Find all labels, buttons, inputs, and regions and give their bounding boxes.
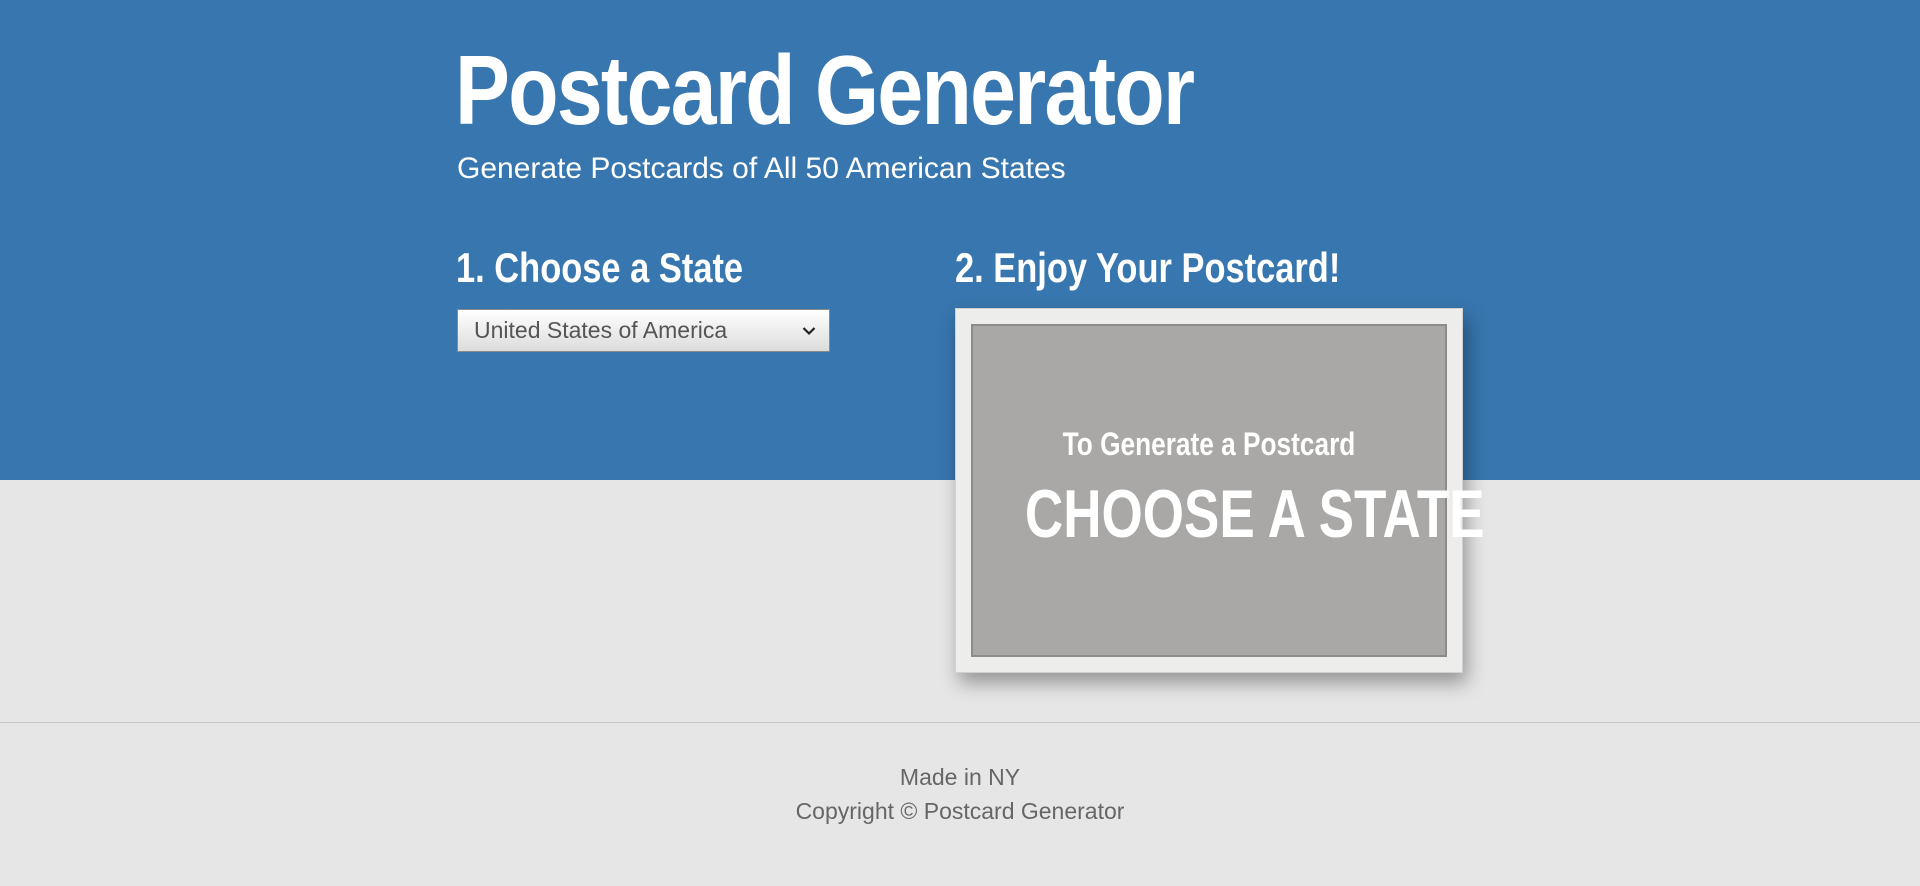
footer-copyright: Copyright © Postcard Generator [795, 798, 1125, 824]
chevron-down-icon [797, 319, 821, 343]
state-select-value: United States of America [474, 317, 728, 343]
footer-made-in: Made in NY [899, 764, 1021, 790]
enjoy-postcard-heading: 2. Enjoy Your Postcard! [955, 244, 1341, 291]
postcard-prompt-text: To Generate a Postcard [1062, 426, 1356, 462]
page-title: Postcard Generator [455, 35, 1195, 145]
postcard-preview: To Generate a Postcard CHOOSE A STATE [955, 308, 1485, 673]
footer-divider [0, 722, 1920, 723]
state-select[interactable]: United States of America [457, 309, 830, 352]
postcard-choose-state-text: CHOOSE A STATE [1024, 476, 1485, 552]
page-subtitle: Generate Postcards of All 50 American St… [457, 152, 1066, 185]
choose-state-heading: 1. Choose a State [456, 244, 744, 291]
postcard-image-area: To Generate a Postcard CHOOSE A STATE [971, 324, 1485, 657]
